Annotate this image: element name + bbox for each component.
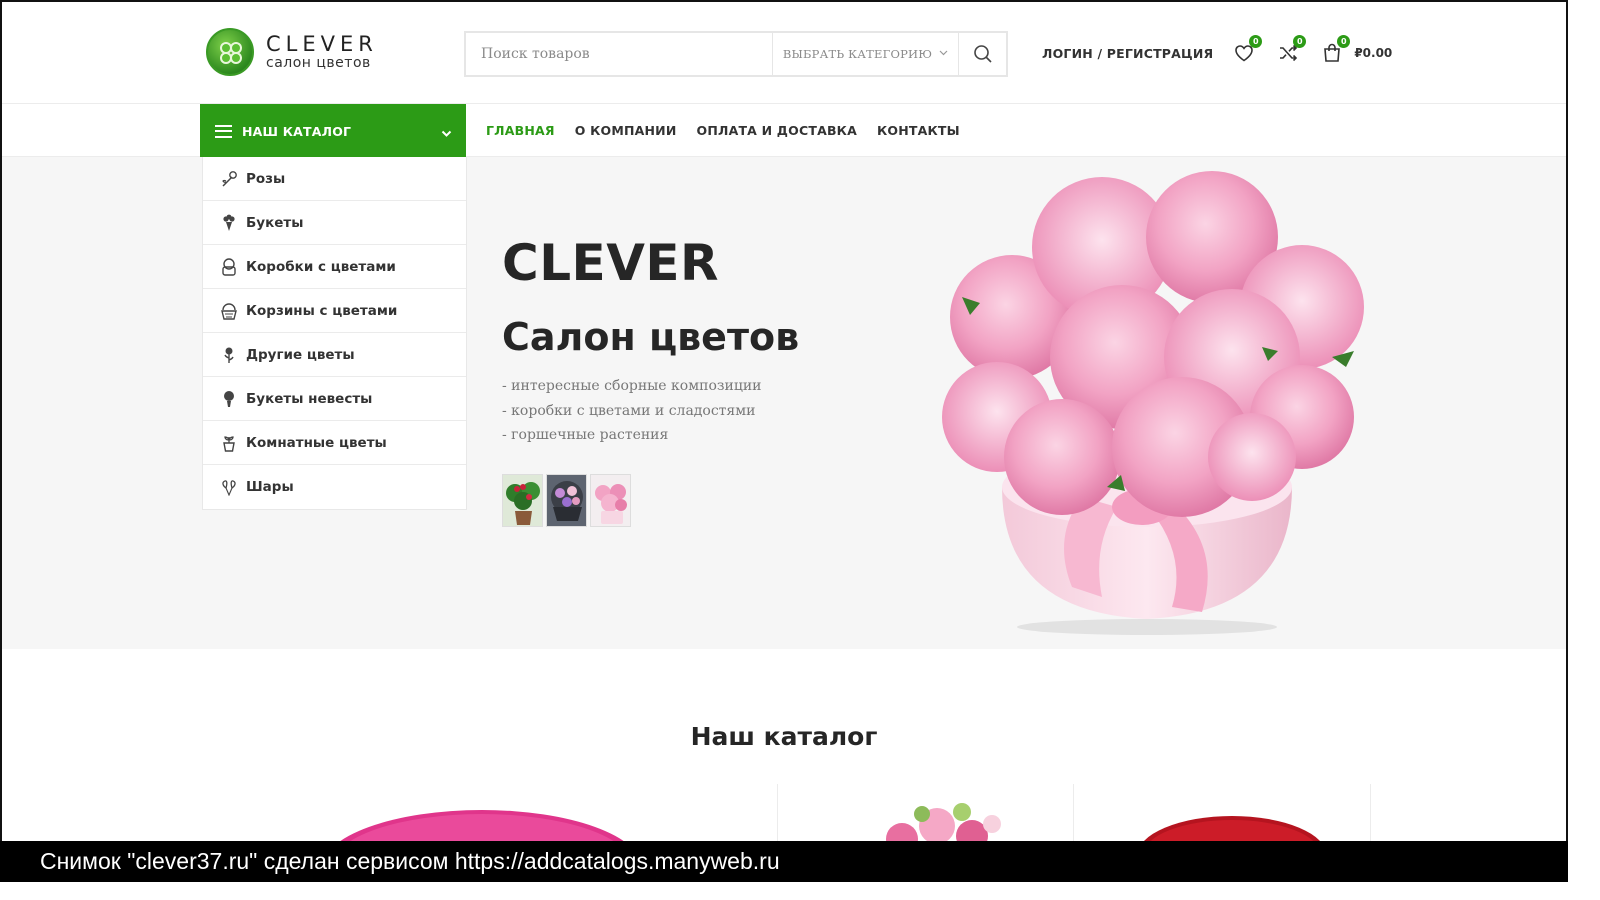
hero-bullet: - коробки с цветами и сладостями xyxy=(502,402,756,419)
category-select-label: ВЫБРАТЬ КАТЕГОРИЮ xyxy=(782,47,933,61)
hero-subtitle: Салон цветов xyxy=(502,315,800,359)
screenshot-service-caption: Снимок "clever37.ru" сделан сервисом htt… xyxy=(0,841,1568,882)
hero-title: CLEVER xyxy=(502,234,720,292)
wishlist-count-badge: 0 xyxy=(1249,35,1263,48)
category-select[interactable]: ВЫБРАТЬ КАТЕГОРИЮ xyxy=(772,33,958,75)
chevron-down-icon xyxy=(939,49,948,59)
hero-thumbnail-potted[interactable] xyxy=(502,474,543,527)
sidebar-item-potted-plants[interactable]: Комнатные цветы xyxy=(203,421,466,465)
catalog-menu-button[interactable]: НАШ КАТАЛОГ xyxy=(200,104,466,158)
rose-icon xyxy=(220,170,238,188)
compare-count-badge: 0 xyxy=(1293,35,1307,48)
compare-button[interactable]: 0 xyxy=(1277,35,1307,64)
nav-link-about[interactable]: О КОМПАНИИ xyxy=(575,123,677,138)
flower-basket-icon xyxy=(220,302,238,320)
search-bar: ВЫБРАТЬ КАТЕГОРИЮ xyxy=(464,31,1008,77)
catalog-menu-label: НАШ КАТАЛОГ xyxy=(242,123,352,139)
sidebar-item-bridal-bouquets[interactable]: Букеты невесты xyxy=(203,377,466,421)
cart-count-badge: 0 xyxy=(1337,35,1351,48)
main-navbar: НАШ КАТАЛОГ ГЛАВНАЯ О КОМПАНИИ ОПЛАТА И … xyxy=(2,104,1566,158)
hamburger-icon xyxy=(215,124,232,138)
hero-thumbnail-basket[interactable] xyxy=(546,474,587,527)
balloons-icon xyxy=(220,478,238,496)
bouquet-icon xyxy=(220,214,238,232)
nav-link-payment-delivery[interactable]: ОПЛАТА И ДОСТАВКА xyxy=(697,123,857,138)
sidebar-item-flower-baskets[interactable]: Корзины с цветами xyxy=(203,289,466,333)
search-icon xyxy=(973,45,992,63)
peony-hatbox-image xyxy=(902,157,1392,639)
hero-thumbnails xyxy=(502,474,634,527)
nav-link-home[interactable]: ГЛАВНАЯ xyxy=(486,123,555,138)
catalog-sidebar: Розы Букеты Коробки с цветами Корзины с … xyxy=(202,157,467,510)
hero-thumbnail-peonies[interactable] xyxy=(590,474,631,527)
cart-total[interactable]: ₽0.00 xyxy=(1354,46,1392,60)
top-menu: ГЛАВНАЯ О КОМПАНИИ ОПЛАТА И ДОСТАВКА КОН… xyxy=(486,104,980,157)
catalog-card-image-red-roses[interactable] xyxy=(1132,804,1332,841)
sidebar-item-balloons[interactable]: Шары xyxy=(203,465,466,509)
catalog-card-image-roses-pink[interactable] xyxy=(322,798,652,841)
hero-bullets: - интересные сборные композиции - коробк… xyxy=(502,374,762,448)
sidebar-item-bouquets[interactable]: Букеты xyxy=(203,201,466,245)
flower-box-icon xyxy=(220,257,238,276)
other-flowers-icon xyxy=(220,346,238,364)
site-header: CLEVER салон цветов ВЫБРАТЬ КАТЕГОРИЮ ЛО… xyxy=(2,2,1566,104)
catalog-card-image-mixed-bouquet[interactable] xyxy=(842,784,1042,841)
potted-plant-icon xyxy=(220,434,238,452)
chevron-down-icon xyxy=(441,123,452,142)
wishlist-button[interactable]: 0 xyxy=(1233,35,1263,64)
hero-bullet: - горшечные растения xyxy=(502,427,669,443)
cart-button[interactable]: 0 xyxy=(1321,35,1351,64)
search-input[interactable] xyxy=(466,33,772,75)
catalog-cards xyxy=(202,784,1372,841)
hero-bullet: - интересные сборные композиции xyxy=(502,378,762,394)
logo-title: CLEVER xyxy=(266,32,378,56)
logo-subtitle: салон цветов xyxy=(266,55,371,71)
site-logo[interactable]: CLEVER салон цветов xyxy=(206,28,378,76)
search-button[interactable] xyxy=(958,33,1006,75)
clover-logo-icon xyxy=(206,28,254,76)
nav-link-contacts[interactable]: КОНТАКТЫ xyxy=(877,123,960,138)
sidebar-item-flower-boxes[interactable]: Коробки с цветами xyxy=(203,245,466,289)
bridal-bouquet-icon xyxy=(220,390,238,408)
catalog-section-title: Наш каталог xyxy=(690,722,878,751)
sidebar-item-roses[interactable]: Розы xyxy=(203,157,466,201)
login-register-link[interactable]: ЛОГИН / РЕГИСТРАЦИЯ xyxy=(1042,46,1213,61)
browser-viewport: CLEVER салон цветов ВЫБРАТЬ КАТЕГОРИЮ ЛО… xyxy=(0,0,1568,841)
sidebar-item-other-flowers[interactable]: Другие цветы xyxy=(203,333,466,377)
